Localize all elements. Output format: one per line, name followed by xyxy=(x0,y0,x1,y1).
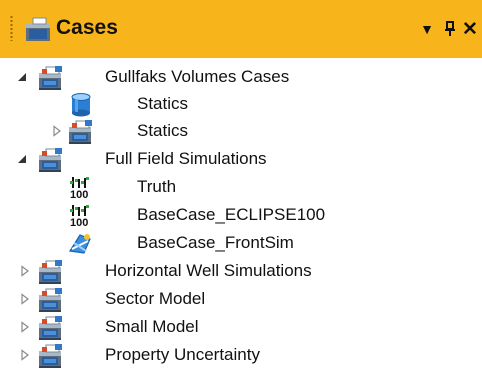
tree-node-label: Sector Model xyxy=(105,289,206,308)
tree-node-fullfield[interactable]: Full Field Simulations xyxy=(0,146,482,174)
cases-title-icon xyxy=(26,17,50,41)
tree-node-gullfaks-statics-2[interactable]: Statics xyxy=(0,118,482,146)
tree-node-basecase-frontsim[interactable]: BaseCase_FrontSim xyxy=(0,230,482,258)
tree-node-small[interactable]: Small Model xyxy=(0,314,482,342)
tree-node-gullfaks[interactable]: Gullfaks Volumes Cases xyxy=(0,64,482,92)
collapsed-arrow-icon[interactable] xyxy=(19,265,31,277)
case-folder-icon xyxy=(36,65,66,91)
tree-node-sector[interactable]: Sector Model xyxy=(0,286,482,314)
cases-panel: Cases ▼ ✕ Gullfaks Volumes Cases Statics xyxy=(0,0,482,376)
statics-cylinder-icon xyxy=(66,92,96,118)
collapsed-arrow-icon[interactable] xyxy=(19,293,31,305)
tree-node-label: Gullfaks Volumes Cases xyxy=(105,67,290,86)
drag-grip-icon[interactable] xyxy=(10,15,13,41)
tree-node-basecase-eclipse[interactable]: BaseCase_ECLIPSE100 xyxy=(0,202,482,230)
tree-node-label: Property Uncertainty xyxy=(105,345,260,364)
case-folder-icon xyxy=(36,259,66,285)
tree-node-label: BaseCase_ECLIPSE100 xyxy=(137,205,326,224)
tree-node-gullfaks-statics-1[interactable]: Statics xyxy=(0,91,482,119)
panel-titlebar[interactable]: Cases ▼ ✕ xyxy=(0,0,482,58)
tree-node-label: Statics xyxy=(137,94,189,113)
close-icon: ✕ xyxy=(462,18,478,40)
tree-node-horizontal[interactable]: Horizontal Well Simulations xyxy=(0,258,482,286)
panel-title: Cases xyxy=(56,16,118,39)
pin-button[interactable] xyxy=(442,17,458,41)
case-folder-icon xyxy=(36,147,66,173)
frontsim-icon xyxy=(66,231,96,257)
close-button[interactable]: ✕ xyxy=(462,17,478,41)
dropdown-button[interactable]: ▼ xyxy=(417,17,437,41)
case-folder-icon xyxy=(36,315,66,341)
expanded-arrow-icon[interactable] xyxy=(16,153,28,165)
tree-node-label: Truth xyxy=(137,177,177,196)
tree-node-label: BaseCase_FrontSim xyxy=(137,233,294,252)
collapsed-arrow-icon[interactable] xyxy=(51,125,63,137)
case-folder-icon xyxy=(66,119,96,145)
simulation-grid-icon xyxy=(66,175,96,201)
chevron-down-icon: ▼ xyxy=(420,21,434,37)
tree-node-truth[interactable]: Truth xyxy=(0,174,482,202)
tree-node-label: Statics xyxy=(137,121,189,140)
pin-icon xyxy=(445,21,455,36)
simulation-grid-icon xyxy=(66,203,96,229)
case-folder-icon xyxy=(36,343,66,369)
tree-node-label: Horizontal Well Simulations xyxy=(105,261,312,280)
collapsed-arrow-icon[interactable] xyxy=(19,321,31,333)
tree-node-property[interactable]: Property Uncertainty xyxy=(0,342,482,370)
collapsed-arrow-icon[interactable] xyxy=(19,349,31,361)
tree-node-label: Full Field Simulations xyxy=(105,149,267,168)
expanded-arrow-icon[interactable] xyxy=(16,71,28,83)
tree-node-label: Small Model xyxy=(105,317,199,336)
case-folder-icon xyxy=(36,287,66,313)
